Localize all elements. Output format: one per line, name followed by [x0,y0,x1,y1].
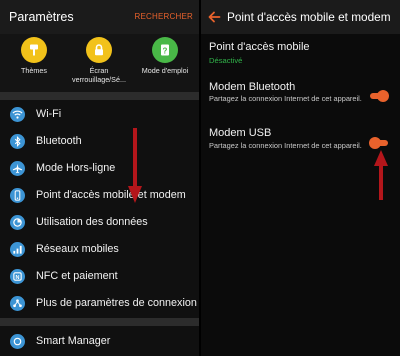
settings-item-hotspot-tethering[interactable]: Point d'accès mobile et modem [0,182,199,209]
annotation-arrow-up [374,150,388,200]
data-usage-icon [10,215,25,230]
page-title: Point d'accès mobile et modem [227,10,391,24]
toggle-knob [377,90,389,102]
quick-item-label: Écran verrouillage/Sé... [72,66,126,84]
option-title: Point d'accès mobile [209,41,310,53]
option-description: Partagez la connexion Internet de cet ap… [209,141,362,150]
airplane-icon [10,161,25,176]
quick-item-label: Mode d'emploi [141,66,189,75]
svg-text:?: ? [163,47,168,56]
settings-item-label: Mode Hors-ligne [36,162,116,174]
nfc-icon: N [10,269,25,284]
settings-item-label: Smart Manager [36,335,111,347]
smart-manager-icon [10,334,25,349]
settings-item-label: Wi-Fi [36,108,62,120]
quick-item-lockscreen[interactable]: Écran verrouillage/Sé... [66,37,132,84]
bluetooth-icon [10,134,25,149]
search-button[interactable]: RECHERCHER [135,12,193,21]
option-title: Modem USB [209,127,272,139]
annotation-arrow-down [128,128,142,203]
quick-item-label: Thèmes [21,66,47,75]
quick-item-themes[interactable]: Thèmes [1,37,67,76]
lock-icon [86,37,112,63]
settings-item-smart-manager[interactable]: Smart Manager [0,328,199,355]
settings-item-wifi[interactable]: Wi-Fi [0,101,199,128]
settings-item-label: Réseaux mobiles [36,243,119,255]
svg-text:N: N [16,275,20,281]
more-connections-icon [10,296,25,311]
settings-panel: Paramètres RECHERCHER Thèmes Écran verro… [0,0,199,356]
wifi-icon [10,107,25,122]
mobile-network-icon [10,242,25,257]
settings-item-mobile-networks[interactable]: Réseaux mobiles [0,236,199,263]
settings-item-bluetooth[interactable]: Bluetooth [0,128,199,155]
bluetooth-tethering-toggle[interactable] [368,90,390,102]
option-title: Modem Bluetooth [209,81,296,93]
back-arrow-icon[interactable] [207,10,221,24]
settings-item-label: Plus de paramètres de connexion [36,297,197,309]
status-label: Désactivé [209,56,243,65]
settings-item-nfc-payment[interactable]: N NFC et paiement [0,263,199,290]
settings-item-label: NFC et paiement [36,270,118,282]
settings-header: Paramètres RECHERCHER [0,0,199,34]
hotspot-icon [10,188,25,203]
quick-item-user-manual[interactable]: ? Mode d'emploi [132,37,198,76]
section-divider [0,92,199,100]
settings-item-airplane-mode[interactable]: Mode Hors-ligne [0,155,199,182]
paintbrush-icon [21,37,47,63]
section-divider [0,318,199,326]
settings-item-label: Bluetooth [36,135,82,147]
usb-tethering-toggle[interactable] [368,137,390,149]
settings-item-label: Utilisation des données [36,216,148,228]
page-title: Paramètres [9,10,74,24]
option-description: Partagez la connexion Internet de cet ap… [209,94,362,103]
quick-settings: Thèmes Écran verrouillage/Sé... ? Mode d… [0,34,199,92]
help-book-icon: ? [152,37,178,63]
toggle-knob [369,137,381,149]
settings-item-label: Point d'accès mobile et modem [36,189,186,201]
hotspot-header: Point d'accès mobile et modem [201,0,400,34]
settings-item-more-connection-settings[interactable]: Plus de paramètres de connexion [0,290,199,317]
hotspot-tethering-panel: Point d'accès mobile et modem Point d'ac… [201,0,400,356]
settings-item-data-usage[interactable]: Utilisation des données [0,209,199,236]
